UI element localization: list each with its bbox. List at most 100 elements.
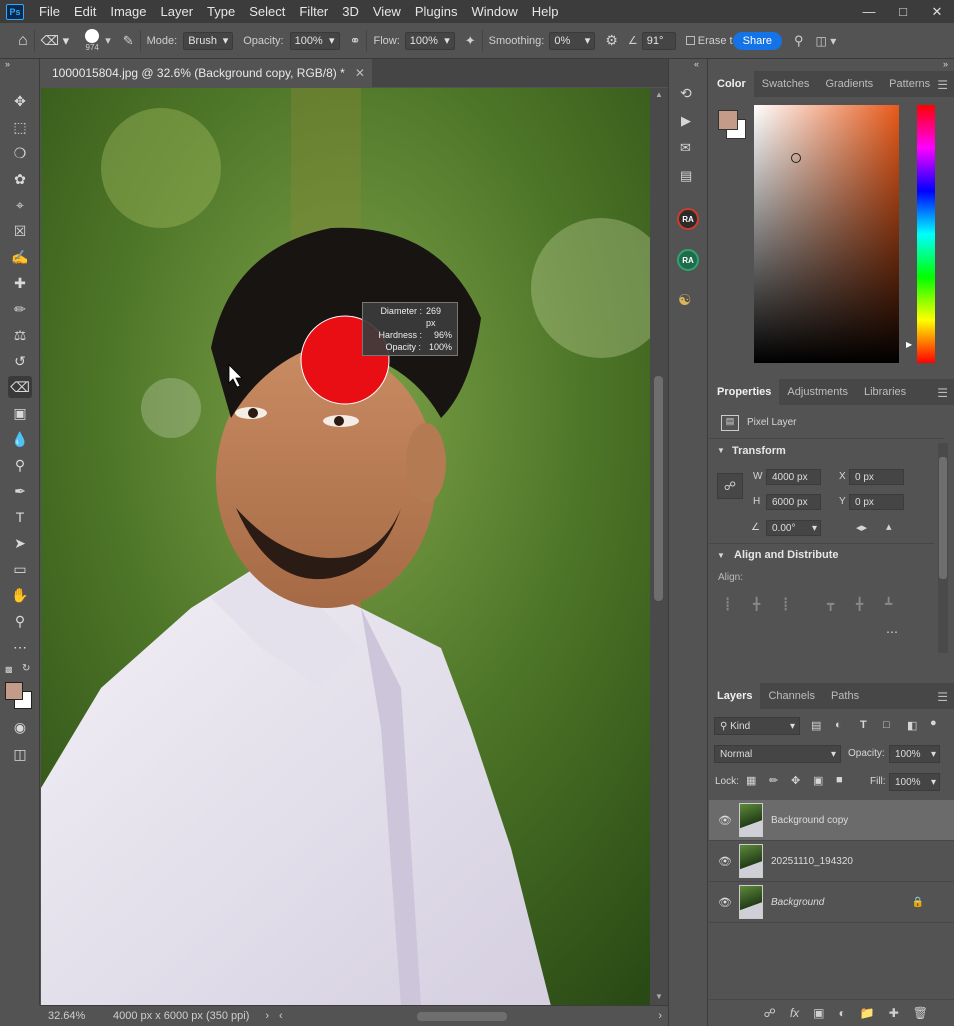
scroll-down-icon[interactable]: ▼ (655, 992, 663, 1001)
actions-panel-icon[interactable]: ▶ (681, 113, 691, 129)
brush-dropdown-icon[interactable]: ▾ (105, 34, 111, 47)
tab-libraries[interactable]: Libraries (856, 379, 914, 405)
align-center-h-icon[interactable]: ╋ (753, 597, 760, 611)
menu-help[interactable]: Help (525, 4, 566, 19)
minimize-icon[interactable]: — (852, 4, 886, 20)
document-tab[interactable]: 1000015804.jpg @ 32.6% (Background copy,… (40, 59, 372, 87)
link-layers-icon[interactable]: ☍ (764, 1006, 776, 1020)
clone-stamp-tool-icon[interactable]: ⚖ (8, 324, 32, 346)
smoothing-gear-icon[interactable]: ⚙ (605, 32, 618, 49)
quick-mask-icon[interactable]: ◉ (8, 716, 32, 738)
angle-input-properties[interactable]: 0.00° ▾ (766, 520, 821, 536)
new-group-icon[interactable]: 📁 (860, 1006, 875, 1020)
menu-plugins[interactable]: Plugins (408, 4, 465, 19)
history-panel-icon[interactable]: ⟲ (680, 85, 692, 102)
close-window-icon[interactable]: ✕ (920, 4, 954, 20)
menu-window[interactable]: Window (464, 4, 524, 19)
collapse-toolbar-icon[interactable]: » (5, 59, 10, 69)
crop-tool-icon[interactable]: ⌖ (8, 194, 32, 216)
lock-all-icon[interactable]: ■ (836, 774, 843, 786)
flip-horizontal-icon[interactable]: ◂▸ (856, 521, 867, 534)
canvas-vertical-scrollbar[interactable]: ▲ ▼ (650, 88, 668, 1006)
layers-panel-menu-icon[interactable]: ☰ (937, 690, 948, 704)
plugin-badge-1[interactable]: RA (677, 208, 699, 230)
pen-tool-icon[interactable]: ✒ (8, 480, 32, 502)
default-colors-icon[interactable]: ▩ (5, 665, 13, 674)
filter-pixel-icon[interactable]: ▤ (811, 719, 821, 732)
home-icon[interactable]: ⌂ (18, 32, 28, 50)
horizontal-scroll-thumb[interactable] (416, 1011, 507, 1021)
vertical-scroll-thumb[interactable] (654, 376, 663, 601)
menu-image[interactable]: Image (103, 4, 153, 19)
link-dimensions-button[interactable]: ☍ (717, 473, 743, 499)
menu-filter[interactable]: Filter (292, 4, 335, 19)
layer-style-icon[interactable]: fx (790, 1006, 799, 1020)
align-left-icon[interactable]: ┋ (724, 597, 731, 611)
dodge-tool-icon[interactable]: ⚲ (8, 454, 32, 476)
smoothing-input[interactable]: 0% ▾ (549, 31, 596, 50)
filter-smart-object-icon[interactable]: ◧ (907, 719, 917, 732)
menu-edit[interactable]: Edit (67, 4, 103, 19)
lock-artboard-icon[interactable]: ▣ (813, 774, 823, 787)
align-center-v-icon[interactable]: ╋ (856, 597, 863, 611)
brush-settings-icon[interactable]: ✎ (123, 33, 134, 49)
lock-transparent-icon[interactable]: ▦ (746, 774, 756, 787)
zoom-tool-icon[interactable]: ⚲ (8, 610, 32, 632)
image-panel-icon[interactable]: ▤ (680, 168, 692, 184)
align-bottom-icon[interactable]: ┻ (885, 597, 892, 611)
tab-patterns[interactable]: Patterns (881, 71, 938, 97)
visibility-eye-icon[interactable]: 👁 (717, 896, 733, 909)
opacity-input[interactable]: 100% ▾ (289, 31, 340, 50)
screen-mode-icon[interactable]: ◫ (8, 743, 32, 765)
new-layer-icon[interactable]: ✚ (889, 1006, 899, 1020)
brush-preset-picker[interactable]: 974 (85, 29, 100, 52)
lock-position-icon[interactable]: ✥ (791, 774, 800, 787)
flow-input[interactable]: 100% ▾ (404, 31, 455, 50)
comments-panel-icon[interactable]: ✉ (680, 140, 691, 156)
zoom-level[interactable]: 32.64% (48, 1010, 108, 1022)
maximize-icon[interactable]: □ (886, 4, 920, 20)
blur-tool-icon[interactable]: 💧 (8, 428, 32, 450)
color-picker-field[interactable] (754, 105, 899, 363)
collapse-panels-icon[interactable]: » (943, 59, 948, 69)
eraser-tool-icon[interactable]: ⌫ (8, 376, 32, 398)
lasso-tool-icon[interactable]: ❍ (8, 142, 32, 164)
brush-tool-icon[interactable]: ✏ (8, 298, 32, 320)
hue-slider[interactable] (917, 105, 935, 363)
rectangle-tool-icon[interactable]: ▭ (8, 558, 32, 580)
move-tool-icon[interactable]: ✥ (8, 90, 32, 112)
y-input[interactable]: 0 px (849, 494, 904, 510)
layer-row[interactable]: 👁 20251110_194320 (709, 841, 954, 882)
layer-filter-select[interactable]: ⚲ Kind ▾ (714, 717, 800, 735)
mode-select[interactable]: Brush ▾ (183, 31, 234, 50)
align-section-title[interactable]: Align and Distribute (734, 549, 839, 561)
airbrush-icon[interactable]: ✦ (465, 33, 476, 49)
tab-properties[interactable]: Properties (709, 379, 780, 405)
visibility-eye-icon[interactable]: 👁 (717, 855, 733, 868)
collapse-strip-icon[interactable]: « (694, 59, 699, 69)
tab-paths[interactable]: Paths (823, 683, 867, 709)
tab-swatches[interactable]: Swatches (754, 71, 818, 97)
eraser-tool-preset-icon[interactable]: ⌫ ▾ (41, 33, 70, 49)
filter-adjustment-icon[interactable]: ◐ (835, 719, 842, 731)
height-input[interactable]: 6000 px (766, 494, 821, 510)
frame-tool-icon[interactable]: ☒ (8, 220, 32, 242)
layer-opacity-input[interactable]: 100% ▾ (889, 745, 940, 763)
image-canvas[interactable]: Diameter :269 px Hardness : 96% Opacity :… (41, 88, 650, 1006)
tab-color[interactable]: Color (709, 71, 754, 97)
scroll-up-icon[interactable]: ▲ (655, 90, 663, 99)
layer-row[interactable]: 👁 Background copy (709, 800, 954, 841)
filter-shape-icon[interactable]: □ (883, 719, 890, 731)
menu-file[interactable]: File (32, 4, 67, 19)
layer-row[interactable]: 👁 Background 🔒 (709, 882, 954, 923)
path-selection-tool-icon[interactable]: ➤ (8, 532, 32, 554)
gradient-tool-icon[interactable]: ▣ (8, 402, 32, 424)
align-right-icon[interactable]: ┋ (782, 597, 789, 611)
filter-toggle-icon[interactable]: ● (930, 717, 937, 729)
align-chevron-icon[interactable]: ▼ (717, 551, 725, 560)
quick-selection-tool-icon[interactable]: ✿ (8, 168, 32, 190)
color-panel-menu-icon[interactable]: ☰ (937, 78, 948, 92)
menu-layer[interactable]: Layer (154, 4, 201, 19)
x-input[interactable]: 0 px (849, 469, 904, 485)
foreground-color-swatch[interactable] (5, 682, 23, 700)
